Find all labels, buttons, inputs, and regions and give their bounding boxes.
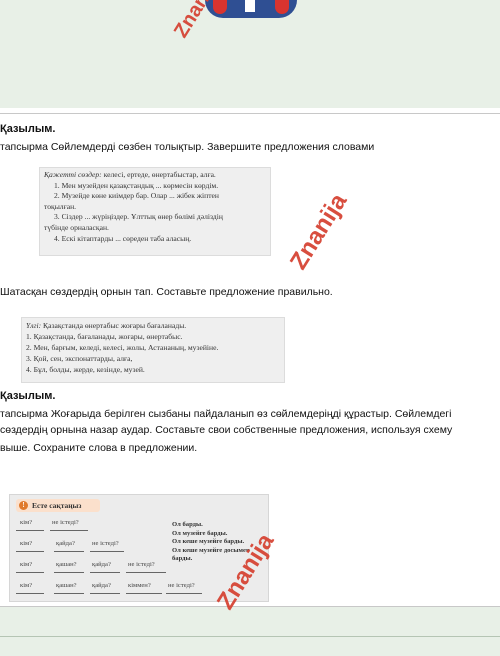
question-word: қашан? — [56, 582, 77, 589]
task-3-line: выше. Сохраните слова в предложении. — [0, 442, 198, 454]
blank-line — [54, 572, 84, 573]
divider — [0, 636, 500, 637]
example-text: Қазақстанда өнертабыс жоғары бағаланады. — [41, 321, 187, 330]
question-word: не істеді? — [128, 561, 155, 568]
blank-line — [90, 593, 120, 594]
exercise-line: 2. Мен, барғым, келеді, келесі, жолы, Ас… — [26, 343, 219, 352]
question-word: не істеді? — [168, 582, 195, 589]
question-word: қайда? — [92, 561, 111, 568]
blank-line — [54, 551, 84, 552]
question-word: қашан? — [56, 561, 77, 568]
exercise-line: 1. Мен музейден қазақстандық ... көрмесі… — [54, 180, 219, 190]
illustration-detail — [213, 0, 227, 14]
reminder-title: ! Есте сақтаңыз — [16, 499, 100, 512]
question-word: қайда? — [92, 582, 111, 589]
top-band — [0, 0, 500, 108]
reminder-title-text: Есте сақтаңыз — [32, 501, 82, 510]
blank-line — [166, 593, 202, 594]
bottom-band — [0, 607, 500, 656]
exercise-line: түбінде орналасқан. — [44, 222, 109, 232]
blank-line — [16, 572, 44, 573]
illustration-detail — [245, 0, 255, 12]
exercise-line: 3. Қой, сен, экспонаттарды, алға, — [26, 354, 133, 363]
question-word: қайда? — [56, 540, 75, 547]
word-bank-box: Қажетті сөздер: келесі, ертеде, өнертабы… — [39, 167, 271, 256]
exercise-line: 3. Сіздер ... жүріңіздер. Ұлттық өнер бө… — [54, 212, 223, 222]
question-scheme-row: кім? не істеді? — [16, 519, 176, 535]
question-word: кім? — [20, 561, 33, 568]
book-illustration — [205, 0, 297, 18]
blank-line — [16, 530, 44, 531]
question-word: не істеді? — [52, 519, 79, 526]
blank-line — [90, 572, 120, 573]
question-scheme-row: кім? қайда? не істеді? — [16, 540, 176, 556]
section-heading-1: Қазылым. — [0, 123, 56, 135]
exercise-line: 1. Қазақстанда, бағаланады, жоғары, өнер… — [26, 332, 183, 341]
task-1-text: тапсырма Сөйлемдерді сөзбен толықтыр. За… — [0, 141, 375, 153]
word-bank-label: Қажетті сөздер: — [44, 170, 102, 179]
task-3-line: тапсырма Жоғарыда берілген сызбаны пайда… — [0, 408, 452, 420]
exercise-line: 4. Ескі кітаптарды ... сөреден таба алас… — [54, 233, 192, 243]
section-heading-2: Қазылым. — [0, 390, 56, 402]
blank-line — [16, 551, 44, 552]
exercise-line: тоқылған. — [44, 201, 77, 211]
exclamation-icon: ! — [19, 501, 28, 510]
question-scheme-row: кім? қашан? қайда? не істеді? — [16, 561, 176, 577]
question-word: кім? — [20, 519, 33, 526]
question-word: не істеді? — [92, 540, 119, 547]
question-word: кіммен? — [128, 582, 151, 589]
blank-line — [90, 551, 124, 552]
question-word: кім? — [20, 540, 33, 547]
question-scheme-row: кім? қашан? қайда? кіммен? не істеді? — [16, 582, 206, 598]
task-2-text: Шатасқан сөздердің орнын тап. Составьте … — [0, 286, 333, 298]
word-bank-title: Қажетті сөздер: келесі, ертеде, өнертабы… — [44, 170, 266, 181]
exercise-line: 4. Бұл, болды, жерде, кезінде, музей. — [26, 365, 145, 374]
blank-line — [50, 530, 88, 531]
example-label: Үлгі: — [26, 321, 42, 330]
word-bank-words: келесі, ертеде, өнертабыстар, алға. — [101, 170, 216, 179]
exercise-line: 2. Музейде көне киімдер бар. Олар ... жі… — [54, 191, 219, 201]
blank-line — [126, 593, 162, 594]
blank-line — [126, 572, 166, 573]
illustration-detail — [275, 0, 289, 14]
blank-line — [54, 593, 84, 594]
example-box: Үлгі: Қазақстанда өнертабыс жоғары бағал… — [21, 317, 285, 383]
example-sentence: Ол барды. — [172, 521, 203, 528]
task-3-line: сөздердің орнына назар аудар. Составьте … — [0, 424, 453, 436]
blank-line — [16, 593, 44, 594]
example-title: Үлгі: Қазақстанда өнертабыс жоғары бағал… — [26, 320, 280, 331]
question-word: кім? — [20, 582, 33, 589]
